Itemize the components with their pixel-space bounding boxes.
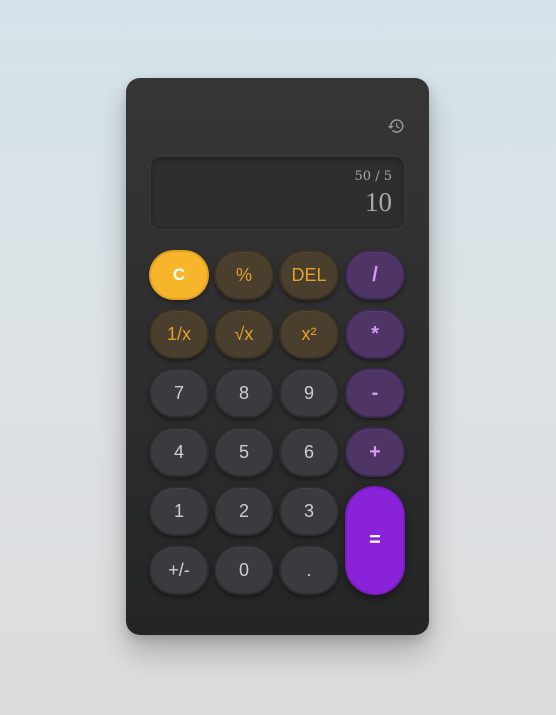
digit-4-button[interactable]: 4 bbox=[149, 427, 209, 477]
negate-button[interactable]: +/- bbox=[149, 545, 209, 595]
digit-2-button[interactable]: 2 bbox=[214, 486, 274, 536]
display-panel: 50 / 5 10 bbox=[150, 156, 405, 230]
subtract-button[interactable]: - bbox=[345, 368, 405, 418]
delete-button[interactable]: DEL bbox=[279, 250, 339, 300]
add-button[interactable]: + bbox=[345, 427, 405, 477]
digit-1-button[interactable]: 1 bbox=[149, 486, 209, 536]
reciprocal-button[interactable]: 1/x bbox=[149, 309, 209, 359]
digit-0-button[interactable]: 0 bbox=[214, 545, 274, 595]
equals-button[interactable]: = bbox=[345, 486, 405, 595]
divide-button[interactable]: / bbox=[345, 250, 405, 300]
digit-3-button[interactable]: 3 bbox=[279, 486, 339, 536]
digit-9-button[interactable]: 9 bbox=[279, 368, 339, 418]
history-icon bbox=[387, 119, 404, 133]
multiply-button[interactable]: * bbox=[345, 309, 405, 359]
digit-5-button[interactable]: 5 bbox=[214, 427, 274, 477]
digit-6-button[interactable]: 6 bbox=[279, 427, 339, 477]
digit-7-button[interactable]: 7 bbox=[149, 368, 209, 418]
sqrt-button[interactable]: √x bbox=[214, 309, 274, 359]
clear-button[interactable]: C bbox=[149, 250, 209, 300]
result-display: 10 bbox=[365, 187, 392, 217]
history-button[interactable] bbox=[385, 115, 407, 137]
decimal-button[interactable]: . bbox=[279, 545, 339, 595]
expression-display: 50 / 5 bbox=[354, 169, 392, 184]
digit-8-button[interactable]: 8 bbox=[214, 368, 274, 418]
square-button[interactable]: x² bbox=[279, 309, 339, 359]
percent-button[interactable]: % bbox=[214, 250, 274, 300]
calculator: 50 / 5 10 C % DEL / 1/x √x x² * 7 8 9 - … bbox=[126, 78, 429, 635]
